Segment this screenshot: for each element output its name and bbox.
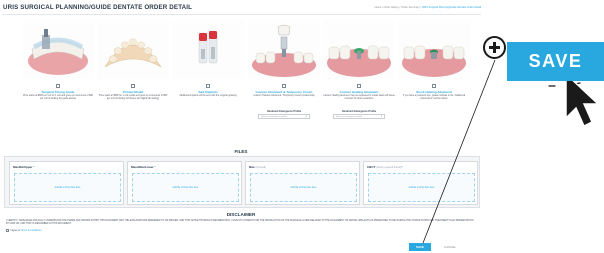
callout-overlay — [422, 59, 600, 244]
callout-line — [422, 59, 496, 244]
plus-circle-icon — [483, 36, 506, 59]
cursor-arrow-icon — [565, 72, 600, 128]
save-callout-button[interactable]: SAVE — [507, 42, 604, 81]
